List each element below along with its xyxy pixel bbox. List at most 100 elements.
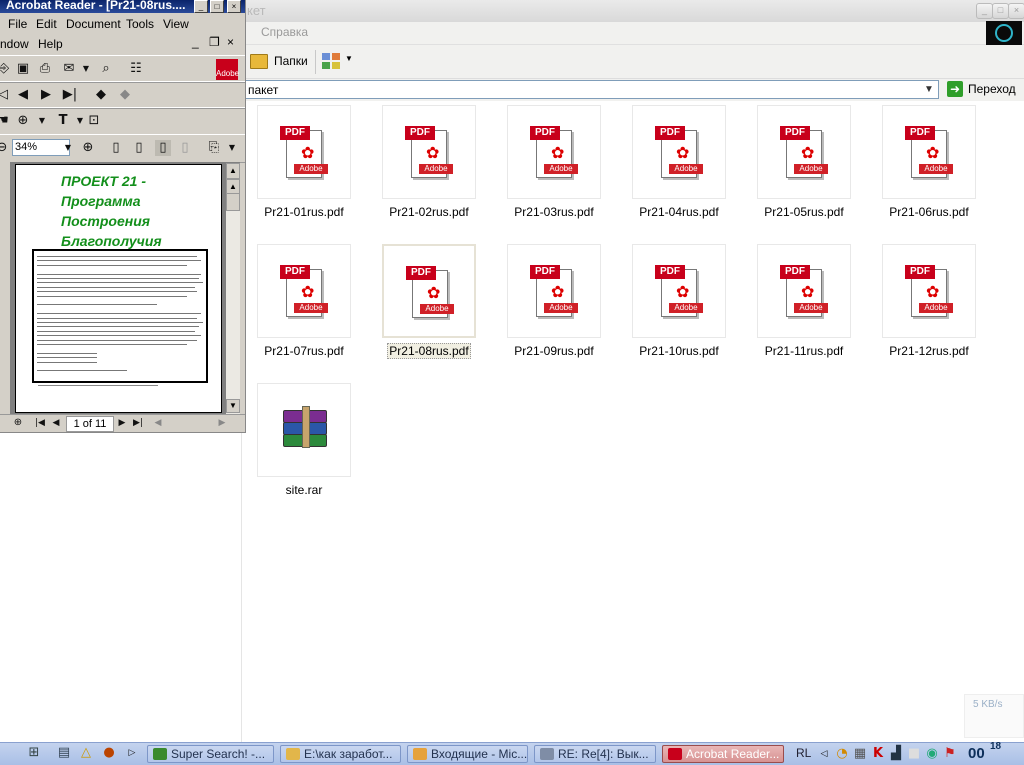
menu-edit[interactable]: Edit bbox=[36, 17, 57, 31]
first-page-icon[interactable]: ◁ bbox=[0, 87, 11, 103]
taskbar-button[interactable]: RE: Re[4]: Вык... bbox=[534, 745, 656, 763]
mdi-restore-button[interactable]: ❐ bbox=[209, 35, 220, 49]
close-button[interactable]: × bbox=[1008, 3, 1024, 19]
file-item[interactable]: ✿ Adobe PDF Pr21-06rus.pdf bbox=[866, 101, 976, 226]
file-item[interactable]: ✿ Adobe PDF Pr21-01rus.pdf bbox=[241, 101, 351, 226]
next-page-icon[interactable]: ▶ bbox=[38, 87, 54, 103]
document-view[interactable]: ПРОЕКТ 21 - Программа Построения Благопо… bbox=[0, 162, 240, 414]
file-thumbnail[interactable] bbox=[257, 383, 351, 477]
minimize-button[interactable]: _ bbox=[194, 0, 208, 13]
chevron-down-icon[interactable]: ▼ bbox=[922, 82, 936, 97]
maximize-button[interactable]: □ bbox=[210, 0, 224, 13]
quicklaunch-browser-icon[interactable]: ● bbox=[101, 745, 117, 761]
folders-button[interactable]: Папки bbox=[248, 51, 318, 73]
file-thumbnail[interactable]: ✿ Adobe PDF bbox=[507, 244, 601, 338]
file-thumbnail[interactable]: ✿ Adobe PDF bbox=[257, 105, 351, 199]
file-item[interactable]: ✿ Adobe PDF Pr21-03rus.pdf bbox=[491, 101, 601, 226]
previous-page-icon[interactable]: ◀ bbox=[15, 87, 31, 103]
file-thumbnail[interactable]: ✿ Adobe PDF bbox=[882, 105, 976, 199]
explorer-title-bar[interactable]: кет _ □ × bbox=[245, 0, 1024, 22]
open-icon[interactable]: ⎆ bbox=[0, 61, 12, 77]
file-item[interactable]: ✿ Adobe PDF Pr21-12rus.pdf bbox=[866, 240, 976, 365]
file-name[interactable]: Pr21-09rus.pdf bbox=[491, 344, 617, 358]
navigation-pane-strip[interactable] bbox=[0, 162, 10, 414]
hand-tool-icon[interactable]: ☚ bbox=[0, 113, 11, 129]
tray-antivirus-icon[interactable]: K bbox=[870, 746, 886, 762]
graphics-select-icon[interactable]: ⊡ bbox=[86, 113, 102, 129]
file-item[interactable]: site.rar bbox=[241, 379, 351, 504]
clock[interactable]: 00 18 bbox=[968, 741, 1024, 765]
file-thumbnail[interactable]: ✿ Adobe PDF bbox=[632, 105, 726, 199]
menu-document[interactable]: Document bbox=[66, 17, 121, 31]
file-name[interactable]: Pr21-03rus.pdf bbox=[491, 205, 617, 219]
save-icon[interactable]: ▣ bbox=[15, 61, 31, 77]
last-page-icon[interactable]: ▶| bbox=[130, 415, 146, 431]
file-thumbnail[interactable]: ✿ Adobe PDF bbox=[382, 244, 476, 338]
zoom-in-icon[interactable]: ⊕ bbox=[80, 140, 96, 156]
file-name[interactable]: Pr21-10rus.pdf bbox=[616, 344, 742, 358]
print-icon[interactable]: ⎙ bbox=[37, 61, 53, 77]
file-thumbnail[interactable]: ✿ Adobe PDF bbox=[632, 244, 726, 338]
file-name[interactable]: Pr21-06rus.pdf bbox=[866, 205, 992, 219]
menu-help[interactable]: Help bbox=[38, 37, 63, 51]
actual-size-icon[interactable]: ▯ bbox=[108, 140, 124, 156]
zoom-out-icon[interactable]: ⊖ bbox=[0, 140, 10, 156]
taskbar-button[interactable]: Входящие - Mic... bbox=[407, 745, 528, 763]
chevron-down-icon[interactable]: ▼ bbox=[224, 140, 240, 156]
file-name[interactable]: Pr21-11rus.pdf bbox=[741, 344, 867, 358]
binoculars-icon[interactable]: ⌕ bbox=[98, 61, 114, 77]
minimize-button[interactable]: _ bbox=[976, 3, 993, 19]
mdi-close-button[interactable]: × bbox=[227, 35, 234, 49]
tray-globe-icon[interactable]: ◉ bbox=[924, 746, 940, 762]
previous-page-icon[interactable]: ◀ bbox=[48, 415, 64, 431]
chevron-down-icon[interactable]: ▼ bbox=[78, 61, 94, 77]
rotate-view-icon[interactable]: ⎘ bbox=[206, 140, 222, 156]
file-thumbnail[interactable]: ✿ Adobe PDF bbox=[757, 105, 851, 199]
menu-tools[interactable]: Tools bbox=[126, 17, 154, 31]
zoom-tool-icon[interactable]: ⊕ bbox=[15, 113, 31, 129]
file-item[interactable]: ✿ Adobe PDF Pr21-08rus.pdf bbox=[366, 240, 476, 365]
mdi-minimize-button[interactable]: _ bbox=[192, 35, 199, 49]
file-thumbnail[interactable]: ✿ Adobe PDF bbox=[382, 105, 476, 199]
file-item[interactable]: ✿ Adobe PDF Pr21-07rus.pdf bbox=[241, 240, 351, 365]
fit-visible-icon[interactable]: ▯ bbox=[177, 140, 193, 156]
scroll-thumb[interactable] bbox=[226, 193, 240, 211]
chevron-down-icon[interactable]: ▼ bbox=[34, 113, 50, 129]
file-thumbnail[interactable]: ✿ Adobe PDF bbox=[257, 244, 351, 338]
views-button[interactable]: ▼ bbox=[322, 51, 356, 73]
document-scrollbar[interactable]: ▲ ▲ ▼ bbox=[226, 163, 240, 414]
file-item[interactable]: ✿ Adobe PDF Pr21-09rus.pdf bbox=[491, 240, 601, 365]
file-name[interactable]: Pr21-07rus.pdf bbox=[241, 344, 367, 358]
file-view[interactable]: ✿ Adobe PDF Pr21-01rus.pdf ✿ Adobe PDF Pr21-02r… bbox=[241, 101, 1024, 742]
page-indicator[interactable]: 1 of 11 bbox=[66, 416, 114, 432]
file-thumbnail[interactable]: ✿ Adobe PDF bbox=[882, 244, 976, 338]
file-name[interactable]: site.rar bbox=[241, 483, 367, 497]
language-indicator[interactable]: RL bbox=[796, 746, 811, 760]
tray-expand-icon[interactable]: ◁ bbox=[816, 746, 832, 762]
file-item[interactable]: ✿ Adobe PDF Pr21-05rus.pdf bbox=[741, 101, 851, 226]
scroll-down-icon[interactable]: ▼ bbox=[226, 399, 240, 413]
scroll-right-icon[interactable]: ▶ bbox=[214, 415, 230, 431]
fit-page-icon[interactable]: ▯ bbox=[131, 140, 147, 156]
fit-width-icon[interactable]: ▯ bbox=[155, 140, 171, 156]
go-forward-icon[interactable]: ◆ bbox=[117, 87, 133, 103]
file-name[interactable]: Pr21-12rus.pdf bbox=[866, 344, 992, 358]
bookmarks-pane-icon[interactable]: ☷ bbox=[128, 61, 144, 77]
file-thumbnail[interactable]: ✿ Adobe PDF bbox=[757, 244, 851, 338]
tray-network-icon[interactable]: ▦ bbox=[852, 746, 868, 762]
acrobat-title-bar[interactable]: Acrobat Reader - [Pr21-08rus.... _ □ × bbox=[0, 0, 245, 13]
taskbar-button[interactable]: Acrobat Reader... bbox=[662, 745, 784, 763]
quicklaunch-warning-icon[interactable]: △ bbox=[78, 745, 94, 761]
text-select-icon[interactable]: T bbox=[55, 113, 71, 129]
tray-bars-icon[interactable]: ▟ bbox=[888, 746, 904, 762]
file-name[interactable]: Pr21-08rus.pdf bbox=[366, 343, 492, 359]
split-icon[interactable]: ⊕ bbox=[10, 415, 26, 431]
close-button[interactable]: × bbox=[227, 0, 241, 13]
taskbar-button[interactable]: Super Search! -... bbox=[147, 745, 274, 763]
go-back-icon[interactable]: ◆ bbox=[93, 87, 109, 103]
tray-clock-app-icon[interactable]: ◔ bbox=[834, 746, 850, 762]
file-item[interactable]: ✿ Adobe PDF Pr21-11rus.pdf bbox=[741, 240, 851, 365]
menu-file[interactable]: File bbox=[8, 17, 27, 31]
menu-view[interactable]: View bbox=[163, 17, 189, 31]
file-name[interactable]: Pr21-05rus.pdf bbox=[741, 205, 867, 219]
